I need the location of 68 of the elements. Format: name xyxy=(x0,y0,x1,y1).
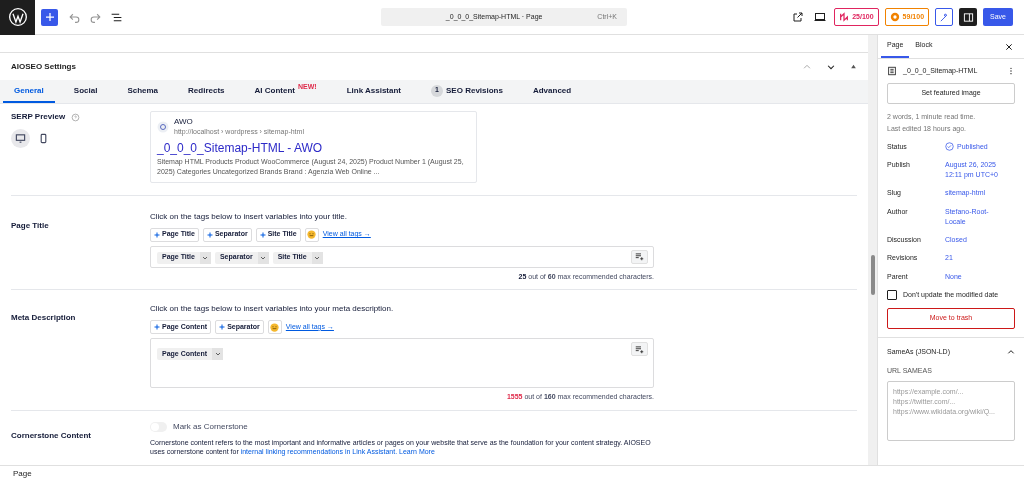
status-bar-label: Page xyxy=(0,465,1024,481)
instruction-text: Click on the tags below to insert variables into your title. xyxy=(150,210,348,223)
list-add-icon xyxy=(635,252,644,261)
sidebar-icon xyxy=(962,11,974,23)
settings-tab[interactable]: Social xyxy=(62,80,109,103)
settings-tab[interactable]: Redirects xyxy=(177,80,236,103)
tab-label: Advanced xyxy=(532,84,572,97)
tab-label: AI Content xyxy=(254,84,295,97)
settings-tab[interactable]: Link Assistant xyxy=(335,80,413,103)
plus-icon xyxy=(219,324,226,330)
settings-tab[interactable]: Advanced xyxy=(521,80,583,103)
plus-icon xyxy=(43,11,56,23)
more-options-icon xyxy=(1007,67,1015,76)
desktop-icon xyxy=(15,133,26,144)
magic-wand-icon xyxy=(938,11,950,23)
token-dropdown[interactable] xyxy=(311,251,323,264)
instruction-text: Click on the tags below to insert variables into your meta description. xyxy=(150,303,395,315)
tab-label: Schema xyxy=(127,84,159,97)
page-icon xyxy=(887,66,897,77)
help-icon xyxy=(71,112,81,122)
panel-title: AIOSEO Settings xyxy=(11,60,77,73)
token-dropdown[interactable] xyxy=(257,251,269,264)
insert-variable-button[interactable] xyxy=(631,342,648,356)
settings-panel-button[interactable] xyxy=(959,8,978,26)
scrollbar-thumb[interactable] xyxy=(870,255,875,295)
close-icon xyxy=(1005,42,1013,51)
check-circle-icon xyxy=(945,142,954,151)
settings-tab[interactable]: Schema xyxy=(116,80,170,103)
toggle-label: Mark as Cornerstone xyxy=(173,420,248,433)
tab-label: General xyxy=(14,84,44,97)
chevron-down-icon xyxy=(260,254,267,261)
field-label: Cornerstone Content xyxy=(11,430,91,440)
plus-icon xyxy=(259,231,266,238)
checkbox[interactable] xyxy=(887,290,897,301)
serp-site-name: AWO xyxy=(174,117,194,127)
insert-variable-button[interactable] xyxy=(631,249,648,264)
tab-label: Link Assistant xyxy=(346,84,402,97)
mobile-icon xyxy=(38,133,49,144)
chevron-down-icon xyxy=(214,351,221,357)
token-dropdown[interactable] xyxy=(199,251,211,264)
chevron-down-icon xyxy=(202,254,209,261)
desktop-view-button[interactable] xyxy=(11,129,30,148)
ai-tools-button[interactable] xyxy=(935,8,954,26)
list-add-icon xyxy=(635,344,644,354)
wordpress-logo-icon xyxy=(7,7,28,27)
token-dropdown[interactable] xyxy=(212,348,224,360)
smiley-icon xyxy=(307,230,317,239)
field-label: Page Title xyxy=(11,220,49,230)
plus-icon xyxy=(154,231,160,238)
external-link-icon xyxy=(792,11,805,23)
desktop-preview-icon xyxy=(814,11,827,23)
serp-title: _0_0_0_Sitemap-HTML - AWO xyxy=(157,139,324,157)
plus-icon xyxy=(206,231,213,238)
field-label: Meta Description xyxy=(11,313,76,322)
tab-label: Social xyxy=(73,84,98,97)
wordpress-logo[interactable] xyxy=(0,0,35,35)
chevron-down-icon xyxy=(314,254,321,261)
triangle-up-icon xyxy=(850,63,857,70)
settings-tab[interactable]: General xyxy=(3,80,55,103)
field-label: SERP Preview xyxy=(11,111,66,123)
plus-icon xyxy=(154,324,160,330)
score-logo-icon xyxy=(839,12,850,22)
emoji-button[interactable] xyxy=(304,227,319,242)
tab-label: Redirects xyxy=(188,84,225,97)
smiley-icon xyxy=(270,322,280,332)
tab-label: SEO Revisions xyxy=(446,84,503,97)
add-block-button[interactable] xyxy=(41,8,58,26)
emoji-button[interactable] xyxy=(267,320,282,334)
